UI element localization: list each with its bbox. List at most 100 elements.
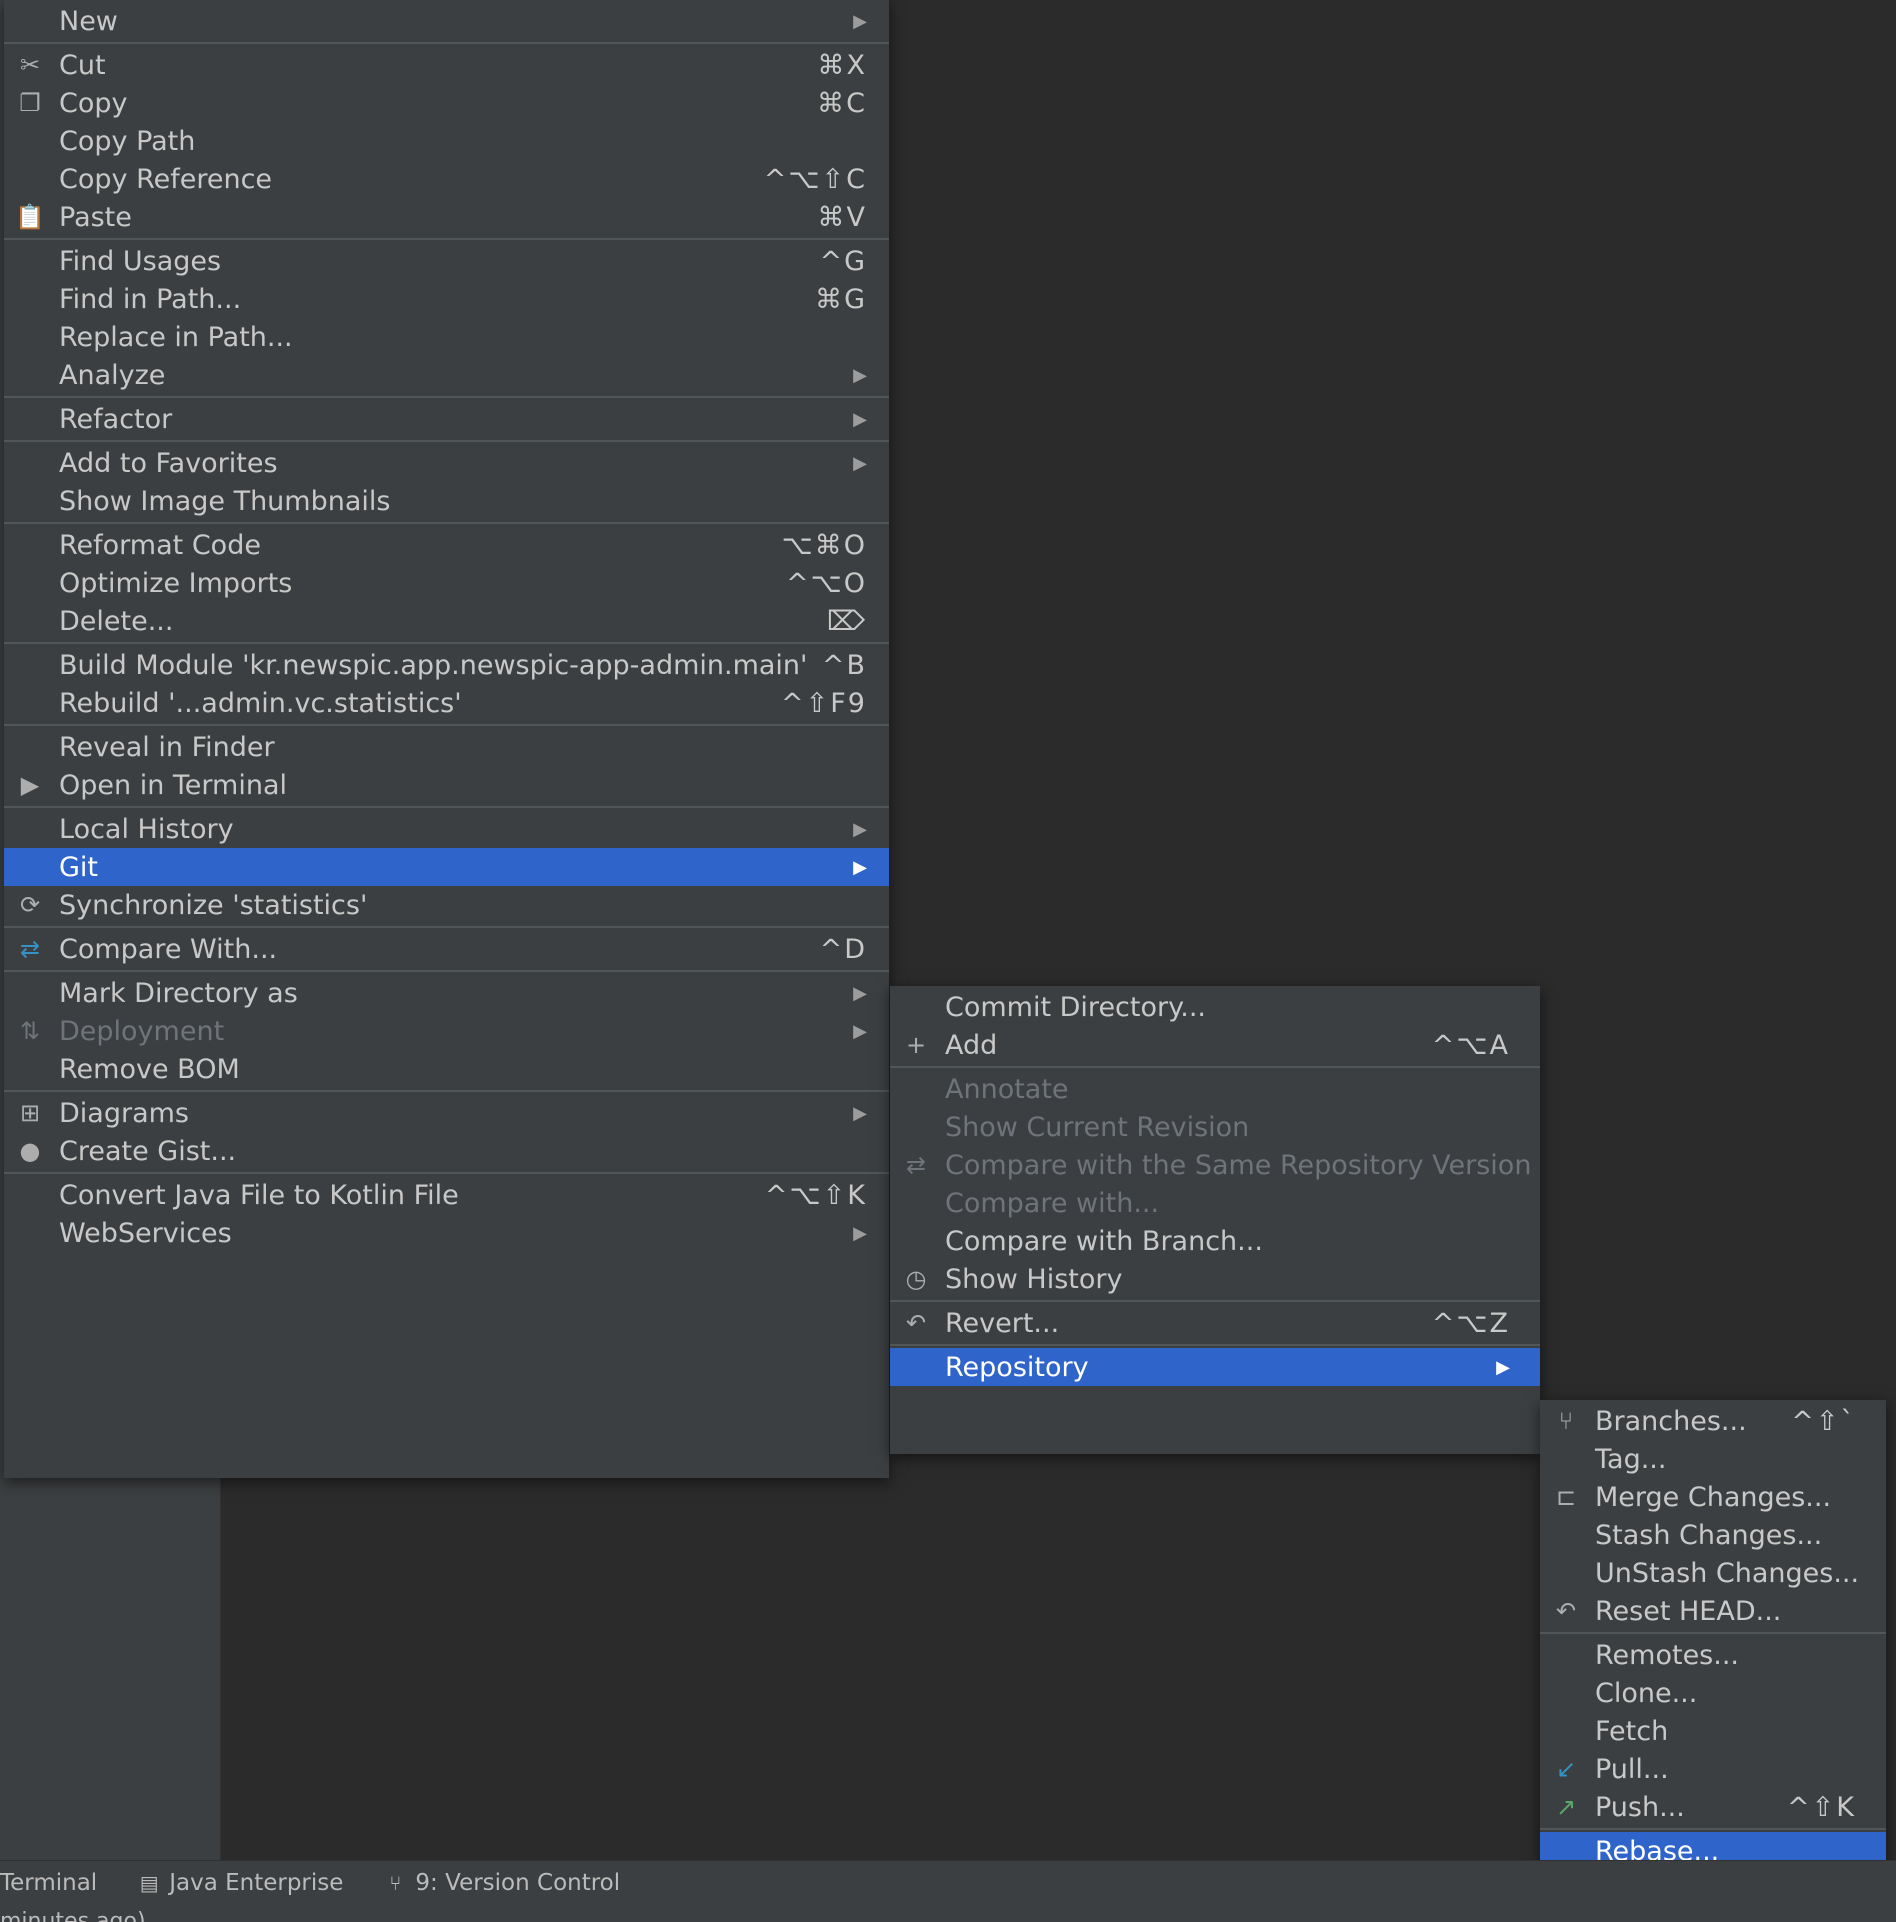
shortcut-label: ⌘G xyxy=(815,283,867,315)
shortcut-label: ^⌥O xyxy=(786,567,867,599)
menu-item-open-in-terminal[interactable]: ▶ Open in Terminal xyxy=(4,766,889,804)
menu-item-label: UnStash Changes... xyxy=(1595,1557,1860,1589)
menu-item-label: Clone... xyxy=(1595,1677,1698,1709)
menu-item-tag[interactable]: Tag... xyxy=(1540,1440,1886,1478)
menu-item-label: Synchronize 'statistics' xyxy=(59,889,368,921)
menu-item-diagrams[interactable]: ⊞ Diagrams ▶ xyxy=(4,1094,889,1132)
menu-item-deployment: ⇅ Deployment ▶ xyxy=(4,1012,889,1050)
menu-item-label: Commit Directory... xyxy=(945,991,1206,1023)
menu-item-label: Repository xyxy=(945,1351,1089,1383)
menu-item-local-history[interactable]: Local History ▶ xyxy=(4,810,889,848)
menu-item-webservices[interactable]: WebServices ▶ xyxy=(4,1214,889,1252)
menu-item-copy-path[interactable]: Copy Path xyxy=(4,122,889,160)
menu-item-push[interactable]: ↗ Push... ^⇧K xyxy=(1540,1788,1886,1826)
shortcut-label: ⌘X xyxy=(817,49,867,81)
menu-item-label: Copy Path xyxy=(59,125,196,157)
menu-item-label: Pull... xyxy=(1595,1753,1669,1785)
menu-item-cut[interactable]: ✂ Cut ⌘X xyxy=(4,46,889,84)
reset-icon: ↶ xyxy=(1555,1597,1577,1625)
version-control-icon: ⑂ xyxy=(389,1871,402,1895)
terminal-tab-label: Terminal xyxy=(0,1870,98,1896)
menu-item-new[interactable]: New ▶ xyxy=(4,2,889,40)
menu-item-rebuild-admin-vc-statistics[interactable]: Rebuild '...admin.vc.statistics' ^⇧F9 xyxy=(4,684,889,722)
menu-item-show-history[interactable]: ◷ Show History xyxy=(890,1260,1540,1298)
menu-item-copy-reference[interactable]: Copy Reference ^⌥⇧C xyxy=(4,160,889,198)
menu-item-label: Stash Changes... xyxy=(1595,1519,1823,1551)
menu-item-convert-java-file-to-kotlin-file[interactable]: Convert Java File to Kotlin File ^⌥⇧K xyxy=(4,1176,889,1214)
menu-item-reveal-in-finder[interactable]: Reveal in Finder xyxy=(4,728,889,766)
submenu-arrow-icon: ▶ xyxy=(853,408,867,430)
menu-item-clone[interactable]: Clone... xyxy=(1540,1674,1886,1712)
shortcut-label: ^⌥Z xyxy=(1431,1307,1510,1339)
menu-item-branches[interactable]: ⑂ Branches... ^⇧` xyxy=(1540,1402,1886,1440)
menu-item-find-in-path[interactable]: Find in Path... ⌘G xyxy=(4,280,889,318)
menu-item-repository[interactable]: Repository ▶ xyxy=(890,1348,1540,1386)
menu-item-replace-in-path[interactable]: Replace in Path... xyxy=(4,318,889,356)
repository-submenu: ⑂ Branches... ^⇧` Tag... ⊏ Merge Changes... St… xyxy=(1540,1400,1886,1922)
shortcut-label: ^G xyxy=(819,245,867,277)
deployment-icon: ⇅ xyxy=(19,1017,41,1045)
java-enterprise-tab-label: Java Enterprise xyxy=(169,1870,344,1896)
menu-item-label: Local History xyxy=(59,813,234,845)
menu-item-show-image-thumbnails[interactable]: Show Image Thumbnails xyxy=(4,482,889,520)
menu-item-label: Convert Java File to Kotlin File xyxy=(59,1179,459,1211)
submenu-arrow-icon: ▶ xyxy=(853,982,867,1004)
menu-item-optimize-imports[interactable]: Optimize Imports ^⌥O xyxy=(4,564,889,602)
compare-icon: ⇄ xyxy=(19,935,41,963)
menu-item-add[interactable]: + Add ^⌥A xyxy=(890,1026,1540,1064)
menu-item-compare-with-branch[interactable]: Compare with Branch... xyxy=(890,1222,1540,1260)
menu-item-reset-head[interactable]: ↶ Reset HEAD... xyxy=(1540,1592,1886,1630)
menu-item-compare-with[interactable]: ⇄ Compare With... ^D xyxy=(4,930,889,968)
revert-icon: ↶ xyxy=(905,1309,927,1337)
menu-item-stash-changes[interactable]: Stash Changes... xyxy=(1540,1516,1886,1554)
menu-item-label: Copy xyxy=(59,87,128,119)
menu-item-copy[interactable]: ❐ Copy ⌘C xyxy=(4,84,889,122)
menu-item-find-usages[interactable]: Find Usages ^G xyxy=(4,242,889,280)
shortcut-label: ⌘V xyxy=(817,201,867,233)
menu-item-add-to-favorites[interactable]: Add to Favorites ▶ xyxy=(4,444,889,482)
menu-item-commit-directory[interactable]: Commit Directory... xyxy=(890,988,1540,1026)
menu-item-label: Show History xyxy=(945,1263,1123,1295)
submenu-arrow-icon: ▶ xyxy=(853,818,867,840)
menu-item-fetch[interactable]: Fetch xyxy=(1540,1712,1886,1750)
menu-item-label: Push... xyxy=(1595,1791,1685,1823)
submenu-arrow-icon: ▶ xyxy=(853,452,867,474)
shortcut-label: ^⌥A xyxy=(1431,1029,1510,1061)
menu-item-mark-directory-as[interactable]: Mark Directory as ▶ xyxy=(4,974,889,1012)
git-submenu: Commit Directory... + Add ^⌥A Annotate Show C… xyxy=(890,986,1540,1454)
menu-item-refactor[interactable]: Refactor ▶ xyxy=(4,400,889,438)
shortcut-label: ⌘C xyxy=(817,87,867,119)
menu-item-unstash-changes[interactable]: UnStash Changes... xyxy=(1540,1554,1886,1592)
menu-item-git[interactable]: Git ▶ xyxy=(4,848,889,886)
submenu-arrow-icon: ▶ xyxy=(853,1020,867,1042)
menu-item-label: Merge Changes... xyxy=(1595,1481,1832,1513)
menu-item-remove-bom[interactable]: Remove BOM xyxy=(4,1050,889,1088)
menu-item-merge-changes[interactable]: ⊏ Merge Changes... xyxy=(1540,1478,1886,1516)
menu-item-create-gist[interactable]: ● Create Gist... xyxy=(4,1132,889,1170)
menu-item-label: Reset HEAD... xyxy=(1595,1595,1782,1627)
menu-item-label: Fetch xyxy=(1595,1715,1669,1747)
java-enterprise-tab[interactable]: ▤ Java Enterprise xyxy=(137,1870,344,1896)
menu-item-build-module-kr-newspic-app-newspic-app-admin-main[interactable]: Build Module 'kr.newspic.app.newspic-app… xyxy=(4,646,889,684)
menu-item-label: Compare with... xyxy=(945,1187,1160,1219)
menu-item-delete[interactable]: Delete... ⌦ xyxy=(4,602,889,640)
menu-item-synchronize-statistics[interactable]: ⟳ Synchronize 'statistics' xyxy=(4,886,889,924)
shortcut-label: ^⌥⇧C xyxy=(763,163,867,195)
menu-item-remotes[interactable]: Remotes... xyxy=(1540,1636,1886,1674)
menu-item-analyze[interactable]: Analyze ▶ xyxy=(4,356,889,394)
menu-item-label: Reformat Code xyxy=(59,529,261,561)
menu-item-pull[interactable]: ↙ Pull... xyxy=(1540,1750,1886,1788)
menu-item-paste[interactable]: 📋 Paste ⌘V xyxy=(4,198,889,236)
menu-item-label: Compare With... xyxy=(59,933,278,965)
menu-item-label: Open in Terminal xyxy=(59,769,287,801)
menu-item-label: Analyze xyxy=(59,359,166,391)
menu-item-label: Compare with the Same Repository Version xyxy=(945,1149,1532,1181)
menu-item-revert[interactable]: ↶ Revert... ^⌥Z xyxy=(890,1304,1540,1342)
version-control-tab[interactable]: ⑂ 9: Version Control xyxy=(383,1870,620,1896)
menu-item-reformat-code[interactable]: Reformat Code ⌥⌘O xyxy=(4,526,889,564)
submenu-arrow-icon: ▶ xyxy=(853,10,867,32)
menu-item-label: Find Usages xyxy=(59,245,222,277)
menu-item-label: Find in Path... xyxy=(59,283,242,315)
terminal-tab[interactable]: Terminal xyxy=(0,1870,97,1896)
menu-item-label: Replace in Path... xyxy=(59,321,293,353)
